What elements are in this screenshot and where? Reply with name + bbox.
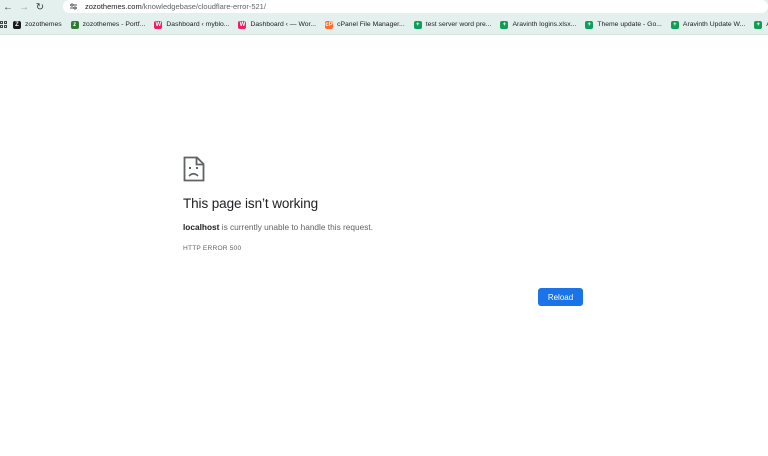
bookmark-label: Aravinth logins.xlsx... [512, 21, 577, 28]
url-text[interactable]: zozothemes.com/knowledgebase/cloudflare-… [85, 2, 266, 11]
google-sheets-favicon-icon: + [500, 20, 509, 29]
browser-toolbar: ← → ↻ zozothemes.com/knowledgebase/cloud… [0, 0, 768, 15]
bookmark-label: cPanel File Manager... [337, 21, 405, 28]
bookmark-item[interactable]: cP cPanel File Manager... [325, 20, 405, 29]
reload-icon[interactable]: ↻ [32, 0, 48, 15]
bookmark-item[interactable]: +All lin [754, 20, 768, 29]
url-path: /knowledgebase/cloudflare-error-521/ [141, 2, 266, 11]
zozothemes-favicon-icon: Z [13, 20, 21, 29]
back-arrow-icon[interactable]: ← [0, 0, 16, 15]
error-message: is currently unable to handle this reque… [219, 222, 374, 232]
site-info-icon[interactable] [67, 2, 79, 12]
google-sheets-favicon-icon: + [413, 20, 422, 29]
sad-page-icon [183, 156, 205, 182]
google-sheets-favicon-icon: + [754, 20, 763, 29]
url-host: zozothemes.com [85, 2, 142, 11]
bookmark-list: Zzozothemes z zozothemes - Portf... W Dashbo… [13, 20, 768, 29]
wordpress-pink-favicon-icon: W [154, 20, 163, 29]
bookmark-label: test server word pre... [425, 21, 492, 28]
google-sheets-favicon-icon: + [670, 20, 679, 29]
bookmark-item[interactable]: Zzozothemes [13, 20, 62, 29]
bookmark-item[interactable]: + Aravinth Update W... [670, 20, 746, 29]
bookmark-label: Dashboard ‹ myblo... [166, 21, 230, 28]
error-code: HTTP ERROR 500 [183, 245, 242, 252]
bookmark-label: zozothemes [25, 21, 62, 28]
bookmark-label: zozothemes - Portf... [82, 21, 146, 28]
bookmark-label: Dashboard ‹ — Wor... [250, 21, 317, 28]
bookmark-item[interactable]: + test server word pre... [413, 20, 492, 29]
cpanel-favicon-icon: cP [325, 20, 334, 29]
error-host: localhost [183, 222, 220, 232]
reload-button[interactable]: Reload [538, 288, 583, 306]
error-page: This page isn’t working localhost is cur… [0, 36, 768, 456]
bookmarks-bar: Zzozothemes z zozothemes - Portf... W Dashbo… [0, 15, 768, 35]
address-bar[interactable]: zozothemes.com/knowledgebase/cloudflare-… [63, 0, 768, 13]
bookmark-item[interactable]: W Dashboard ‹ myblo... [154, 20, 230, 29]
bookmark-item[interactable]: + Theme update - Go... [585, 20, 662, 29]
error-description: localhost is currently unable to handle … [183, 222, 373, 232]
bookmark-item[interactable]: + Aravinth logins.xlsx... [500, 20, 577, 29]
forward-arrow-icon[interactable]: → [16, 0, 32, 15]
zozothemes-portfolio-favicon-icon: z [70, 20, 79, 29]
bookmark-label: Theme update - Go... [597, 21, 662, 28]
bookmark-item[interactable]: W Dashboard ‹ — Wor... [238, 20, 317, 29]
bookmark-item[interactable]: z zozothemes - Portf... [70, 20, 146, 29]
google-sheets-favicon-icon: + [585, 20, 594, 29]
apps-grid-icon[interactable] [0, 15, 7, 34]
bookmark-label: Aravinth Update W... [682, 21, 746, 28]
error-title: This page isn’t working [183, 196, 319, 211]
wordpress-pink-favicon-icon: W [238, 20, 247, 29]
